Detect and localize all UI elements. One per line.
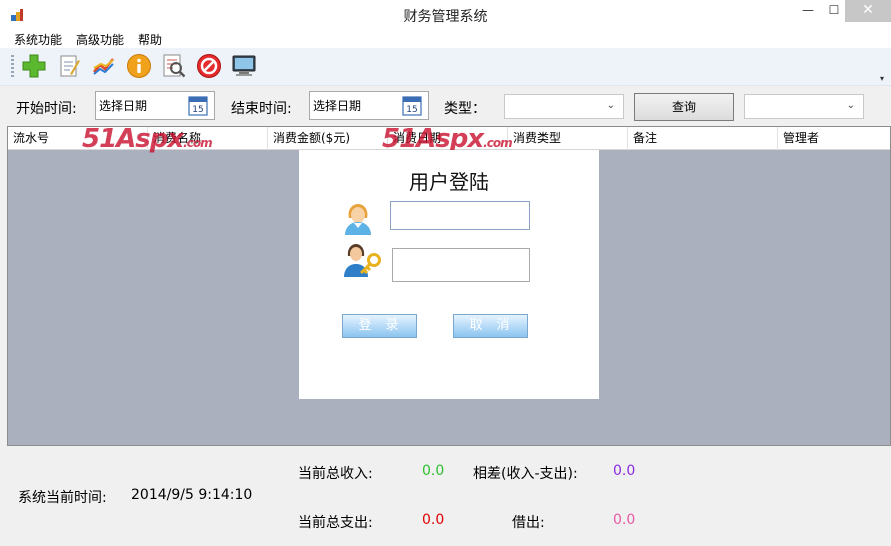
system-time-label: 系统当前时间: xyxy=(18,490,107,506)
system-time-value: 2014/9/5 9:14:10 xyxy=(131,487,253,503)
borrowed-value: 0.0 xyxy=(613,512,636,528)
start-date-placeholder: 选择日期 xyxy=(99,99,148,113)
username-input[interactable] xyxy=(390,201,530,230)
chevron-down-icon: ⌄ xyxy=(846,100,855,111)
user-icon xyxy=(345,204,371,235)
window-title: 财务管理系统 xyxy=(403,9,488,25)
watermark-brand: 51Aspx xyxy=(82,124,184,154)
stop-icon[interactable] xyxy=(195,52,223,80)
query-button[interactable]: 查询 xyxy=(634,93,734,121)
search-document-icon[interactable] xyxy=(160,52,188,80)
menu-system[interactable]: 系统功能 xyxy=(14,31,62,48)
main-window: 财务管理系统 — ☐ ✕ 系统功能 高级功能 帮助 ▾ 开始时间: 选择日期 1… xyxy=(0,0,891,546)
user-key-icon xyxy=(344,244,381,277)
calendar-number: 15 xyxy=(406,105,417,115)
edit-note-icon[interactable] xyxy=(55,52,83,80)
end-time-label: 结束时间: xyxy=(231,101,292,117)
login-dialog: 用户登陆 登录 取消 xyxy=(299,150,599,399)
calendar-icon[interactable]: 15 xyxy=(402,95,422,116)
search-bar: 开始时间: 选择日期 15 结束时间: 选择日期 15 类型： ⌄ 查询 ⌄ xyxy=(0,86,891,126)
menu-bar: 系统功能 高级功能 帮助 xyxy=(0,29,891,48)
add-icon[interactable] xyxy=(20,52,48,80)
total-expense-value: 0.0 xyxy=(422,512,445,528)
info-icon[interactable] xyxy=(125,52,153,80)
column-manager[interactable]: 管理者 xyxy=(778,127,890,150)
calendar-icon[interactable]: 15 xyxy=(188,95,208,116)
toolbar-grip[interactable] xyxy=(11,55,14,79)
menu-advanced[interactable]: 高级功能 xyxy=(76,31,124,48)
end-date-placeholder: 选择日期 xyxy=(313,99,362,113)
start-time-label: 开始时间: xyxy=(16,101,77,117)
close-button[interactable]: ✕ xyxy=(845,0,891,22)
toolbar: ▾ xyxy=(0,48,891,86)
difference-value: 0.0 xyxy=(613,463,636,479)
cancel-button[interactable]: 取消 xyxy=(453,314,528,338)
password-input[interactable] xyxy=(392,248,530,282)
column-type[interactable]: 消费类型 xyxy=(508,127,628,150)
login-title: 用户登陆 xyxy=(409,170,489,194)
menu-help[interactable]: 帮助 xyxy=(138,31,162,48)
column-amount[interactable]: 消费金额($元) xyxy=(268,127,388,150)
watermark-domain: .com xyxy=(183,136,212,150)
status-panel: 系统当前时间: 2014/9/5 9:14:10 当前总收入: 0.0 相差(收… xyxy=(0,446,891,546)
type-select[interactable]: ⌄ xyxy=(504,94,624,119)
total-expense-label: 当前总支出: xyxy=(298,515,373,531)
borrowed-label: 借出: xyxy=(512,515,545,531)
type-label: 类型： xyxy=(444,101,486,117)
monitor-icon[interactable] xyxy=(230,52,258,80)
calendar-number: 15 xyxy=(192,105,203,115)
total-income-value: 0.0 xyxy=(422,463,445,479)
end-date-picker[interactable]: 选择日期 15 xyxy=(309,91,429,120)
watermark-domain: .com xyxy=(483,136,512,150)
maximize-button[interactable]: ☐ xyxy=(820,0,848,22)
title-bar: 财务管理系统 — ☐ ✕ xyxy=(0,0,891,29)
total-income-label: 当前总收入: xyxy=(298,466,373,482)
minimize-button[interactable]: — xyxy=(794,0,822,22)
extra-select[interactable]: ⌄ xyxy=(744,94,864,119)
column-remark[interactable]: 备注 xyxy=(628,127,778,150)
login-button[interactable]: 登录 xyxy=(342,314,417,338)
chart-icon[interactable] xyxy=(90,52,118,80)
chevron-down-icon: ⌄ xyxy=(606,100,615,111)
start-date-picker[interactable]: 选择日期 15 xyxy=(95,91,215,120)
toolbar-overflow-button[interactable]: ▾ xyxy=(880,74,884,83)
watermark: 51Aspx.com xyxy=(82,124,213,154)
difference-label: 相差(收入-支出): xyxy=(473,466,578,482)
